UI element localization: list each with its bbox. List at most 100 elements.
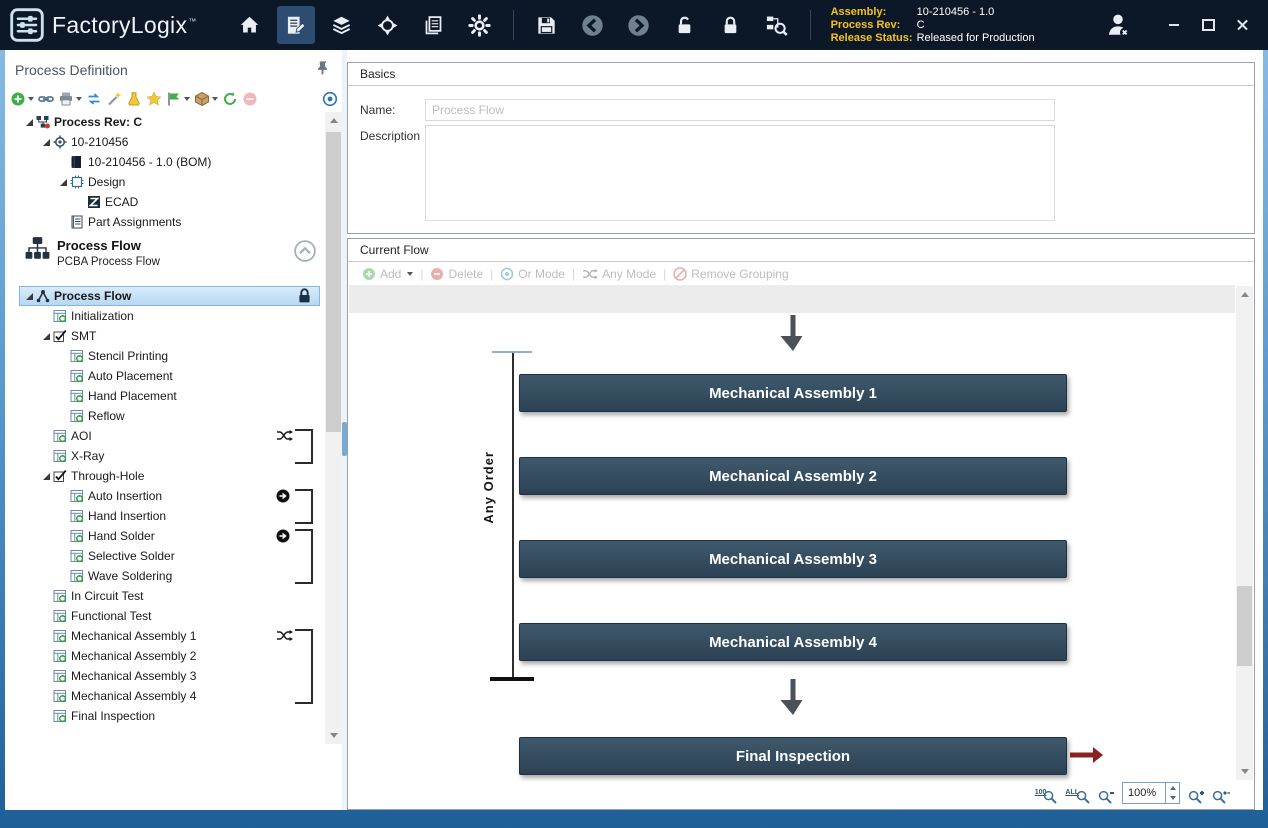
- dropdown-caret-icon[interactable]: [76, 97, 82, 101]
- settings-button[interactable]: [461, 6, 499, 44]
- tree-item-10-210456-1-0-bom[interactable]: 10-210456 - 1.0 (BOM): [5, 152, 324, 172]
- tree-item-10-210456[interactable]: 10-210456: [5, 132, 324, 152]
- tree-item-hand-placement[interactable]: Hand Placement: [5, 386, 324, 406]
- documents-button[interactable]: [415, 6, 453, 44]
- tree-item-mechanical-assembly-1[interactable]: Mechanical Assembly 1: [5, 626, 324, 646]
- spin-up-icon[interactable]: [1170, 786, 1176, 790]
- home-button[interactable]: [231, 6, 269, 44]
- back-button[interactable]: [574, 6, 612, 44]
- pin-icon[interactable]: [315, 60, 330, 75]
- zoom-100-button[interactable]: 100: [1035, 789, 1058, 804]
- description-textarea[interactable]: [425, 125, 1055, 221]
- save-button[interactable]: [528, 6, 566, 44]
- production-button[interactable]: [323, 6, 361, 44]
- tree-item-process-rev-c[interactable]: Process Rev: C: [5, 112, 324, 132]
- remove-grouping-button[interactable]: Remove Grouping: [673, 267, 788, 281]
- link-button[interactable]: [38, 91, 54, 107]
- tree-item-process-flow[interactable]: Process Flow: [5, 286, 324, 306]
- add-node-button[interactable]: [10, 91, 34, 107]
- expander-icon[interactable]: [23, 293, 36, 300]
- tree-item-mechanical-assembly-3[interactable]: Mechanical Assembly 3: [5, 666, 324, 686]
- expander-icon[interactable]: [40, 139, 53, 146]
- tree-item-final-inspection[interactable]: Final Inspection: [5, 706, 324, 726]
- expander-icon[interactable]: [40, 473, 53, 480]
- flow-step-box-final[interactable]: Final Inspection: [519, 737, 1067, 775]
- expander-icon[interactable]: [23, 119, 36, 126]
- process-flow-header[interactable]: Process Flow PCBA Process Flow: [5, 234, 324, 282]
- tree-item-in-circuit-test[interactable]: In Circuit Test: [5, 586, 324, 606]
- or-mode-button[interactable]: Or Mode: [500, 267, 565, 281]
- any-mode-button[interactable]: Any Mode: [582, 267, 656, 281]
- dropdown-caret-icon[interactable]: [212, 97, 218, 101]
- name-input[interactable]: [425, 99, 1055, 121]
- tree-item-initialization[interactable]: Initialization: [5, 306, 324, 326]
- tree-item-smt[interactable]: SMT: [5, 326, 324, 346]
- tree-item-design[interactable]: Design: [5, 172, 324, 192]
- remove-button[interactable]: [242, 91, 258, 107]
- zoom-all-button[interactable]: ALL: [1065, 789, 1090, 804]
- unlock-button[interactable]: [666, 6, 704, 44]
- tree-item-through-hole[interactable]: Through-Hole: [5, 466, 324, 486]
- spin-down-icon[interactable]: [1170, 796, 1176, 800]
- flow-step-box-mechanical-assembly-4[interactable]: Mechanical Assembly 4: [519, 623, 1067, 661]
- tree-item-wave-soldering[interactable]: Wave Soldering: [5, 566, 324, 586]
- dropdown-caret-icon[interactable]: [184, 97, 190, 101]
- tree-item-aoi[interactable]: AOI: [5, 426, 324, 446]
- zoom-fit-button[interactable]: [1212, 790, 1230, 804]
- zoom-level-spinner[interactable]: 100%: [1122, 782, 1180, 804]
- tree-item-hand-insertion[interactable]: Hand Insertion: [5, 506, 324, 526]
- operation-icon: [70, 489, 87, 503]
- maximize-button[interactable]: [1196, 14, 1220, 36]
- tree-item-x-ray[interactable]: X-Ray: [5, 446, 324, 466]
- wand-button[interactable]: [106, 91, 122, 107]
- scroll-thumb[interactable]: [1237, 586, 1252, 666]
- refresh-button[interactable]: [222, 91, 238, 107]
- tree-item-selective-solder[interactable]: Selective Solder: [5, 546, 324, 566]
- tree-item-auto-placement[interactable]: Auto Placement: [5, 366, 324, 386]
- tree-scrollbar[interactable]: [325, 112, 342, 744]
- tree-item-mechanical-assembly-4[interactable]: Mechanical Assembly 4: [5, 686, 324, 706]
- scroll-down-icon[interactable]: [325, 727, 342, 744]
- dropdown-caret-icon[interactable]: [28, 97, 34, 101]
- add-button[interactable]: Add: [362, 267, 413, 281]
- package-button[interactable]: [194, 91, 218, 107]
- expander-icon[interactable]: [40, 333, 53, 340]
- print-button[interactable]: [58, 91, 82, 107]
- minimize-button[interactable]: [1162, 14, 1186, 36]
- collapse-panel-icon[interactable]: [294, 240, 316, 262]
- flow-step-box-mechanical-assembly-1[interactable]: Mechanical Assembly 1: [519, 374, 1067, 412]
- scroll-thumb[interactable]: [326, 132, 341, 432]
- tree-item-auto-insertion[interactable]: Auto Insertion: [5, 486, 324, 506]
- lock-button[interactable]: [712, 6, 750, 44]
- forward-button[interactable]: [620, 6, 658, 44]
- tree-item-functional-test[interactable]: Functional Test: [5, 606, 324, 626]
- dispatch-button[interactable]: [369, 6, 407, 44]
- tree-item-mechanical-assembly-2[interactable]: Mechanical Assembly 2: [5, 646, 324, 666]
- help-button[interactable]: [322, 91, 338, 107]
- star-button[interactable]: [146, 91, 162, 107]
- tree-item-hand-solder[interactable]: Hand Solder: [5, 526, 324, 546]
- close-button[interactable]: [1230, 14, 1254, 36]
- spinner-arrows[interactable]: [1165, 783, 1179, 803]
- dropdown-caret-icon[interactable]: [407, 272, 413, 276]
- sync-button[interactable]: [86, 91, 102, 107]
- delete-button[interactable]: Delete: [430, 267, 483, 281]
- zoom-out-button[interactable]: [1098, 790, 1114, 804]
- flag-button[interactable]: [166, 91, 190, 107]
- scroll-up-icon[interactable]: [325, 112, 342, 129]
- expander-icon[interactable]: [57, 179, 70, 186]
- user-logoff-icon[interactable]: [1104, 11, 1132, 39]
- audit-trail-button[interactable]: [758, 6, 796, 44]
- canvas-scrollbar[interactable]: [1236, 286, 1253, 780]
- tree-item-ecad[interactable]: ECAD: [5, 192, 324, 212]
- flask-button[interactable]: [126, 91, 142, 107]
- flow-step-box-mechanical-assembly-2[interactable]: Mechanical Assembly 2: [519, 457, 1067, 495]
- zoom-in-button[interactable]: [1188, 790, 1204, 804]
- tree-item-stencil-printing[interactable]: Stencil Printing: [5, 346, 324, 366]
- tree-item-part-assignments[interactable]: Part Assignments: [5, 212, 324, 232]
- flow-step-box-mechanical-assembly-3[interactable]: Mechanical Assembly 3: [519, 540, 1067, 578]
- scroll-down-icon[interactable]: [1236, 763, 1253, 780]
- scroll-up-icon[interactable]: [1236, 286, 1253, 303]
- process-definition-button[interactable]: [277, 6, 315, 44]
- tree-item-reflow[interactable]: Reflow: [5, 406, 324, 426]
